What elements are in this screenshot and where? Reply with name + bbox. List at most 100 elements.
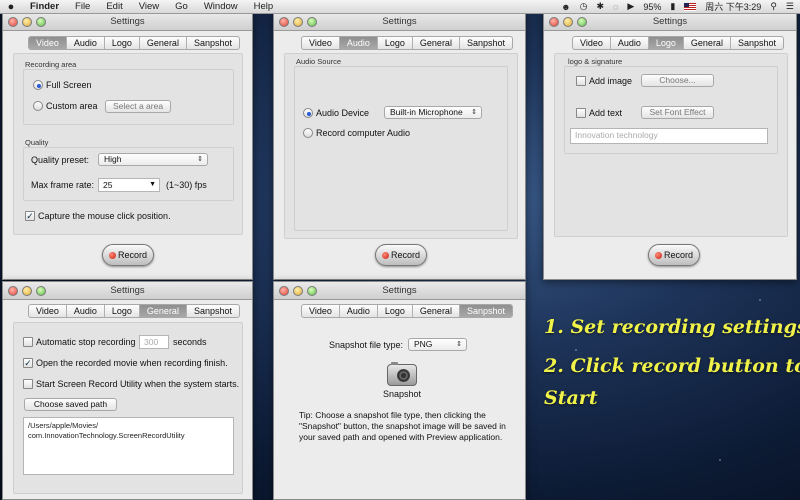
title-bar[interactable]: Settings <box>544 13 796 31</box>
title-bar[interactable]: Settings <box>274 13 525 31</box>
time-machine-icon[interactable]: ◷ <box>580 1 588 12</box>
auto-stop-seconds-input[interactable]: 300 <box>139 335 169 349</box>
snapshot-file-type-select[interactable]: PNG ⇕ <box>408 338 467 351</box>
window-title: Settings <box>382 16 417 27</box>
record-computer-audio-radio[interactable] <box>303 128 313 138</box>
set-font-effect-button[interactable]: Set Font Effect <box>641 106 714 119</box>
full-screen-radio[interactable] <box>33 80 43 90</box>
battery-icon[interactable]: ▮ <box>670 1 675 12</box>
zoom-icon[interactable] <box>307 17 317 27</box>
tab-audio[interactable]: Audio <box>611 37 649 49</box>
snapshot-tip: Tip: Choose a snapshot file type, then c… <box>299 410 506 442</box>
snapshot-camera-icon[interactable] <box>387 362 417 386</box>
menu-finder[interactable]: Finder <box>22 1 67 12</box>
custom-area-radio[interactable] <box>33 101 43 111</box>
minimize-icon[interactable] <box>293 17 303 27</box>
tab-logo[interactable]: Logo <box>378 37 413 49</box>
frame-rate-hint: (1~30) fps <box>166 180 207 190</box>
menu-go[interactable]: Go <box>167 1 196 12</box>
menu-edit[interactable]: Edit <box>98 1 130 12</box>
promo-step-2: 2. Click record button to <box>544 355 800 377</box>
wifi-icon[interactable]: ◌ <box>613 2 618 12</box>
zoom-icon[interactable] <box>307 286 317 296</box>
saved-path-display[interactable]: /Users/apple/Movies/ com.InnovationTechn… <box>23 417 234 475</box>
menu-window[interactable]: Window <box>196 1 246 12</box>
frame-rate-combobox[interactable]: 25 ▼ <box>98 178 160 192</box>
tab-general[interactable]: General <box>140 37 187 49</box>
close-icon[interactable] <box>8 17 18 27</box>
tab-snapshot[interactable]: Sanpshot <box>731 37 783 49</box>
minimize-icon[interactable] <box>293 286 303 296</box>
promo-step-2-continued: Start <box>544 387 598 409</box>
add-text-checkbox[interactable] <box>576 108 586 118</box>
apple-menu-icon[interactable]: ● <box>0 1 22 13</box>
start-utility-checkbox[interactable] <box>23 379 33 389</box>
tab-general[interactable]: General <box>413 305 460 317</box>
tab-general[interactable]: General <box>139 305 187 317</box>
tab-audio[interactable]: Audio <box>339 37 378 49</box>
tab-video[interactable]: Video <box>29 305 67 317</box>
title-bar[interactable]: Settings <box>3 282 252 300</box>
tab-snapshot[interactable]: Sanpshot <box>187 305 239 317</box>
logo-text-input[interactable]: Innovation technology <box>570 128 768 144</box>
tab-video[interactable]: Video <box>573 37 611 49</box>
choose-saved-path-button[interactable]: Choose saved path <box>24 398 117 411</box>
tab-logo[interactable]: Logo <box>105 305 140 317</box>
select-area-button[interactable]: Select a area <box>105 100 171 113</box>
auto-stop-checkbox[interactable] <box>23 337 33 347</box>
tab-audio[interactable]: Audio <box>67 37 105 49</box>
notification-center-icon[interactable]: ☰ <box>786 1 794 12</box>
tab-logo[interactable]: Logo <box>105 37 140 49</box>
spotlight-icon[interactable]: ⚲ <box>770 1 777 12</box>
close-icon[interactable] <box>279 17 289 27</box>
tab-video[interactable]: Video <box>302 37 340 49</box>
app-status-icon[interactable]: ☻ <box>561 2 570 12</box>
audio-device-select[interactable]: Built-in Microphone ⇕ <box>384 106 482 119</box>
minimize-icon[interactable] <box>22 286 32 296</box>
zoom-icon[interactable] <box>36 17 46 27</box>
tab-audio[interactable]: Audio <box>67 305 105 317</box>
us-flag-input-icon[interactable] <box>684 2 697 11</box>
tab-logo[interactable]: Logo <box>378 305 413 317</box>
title-bar[interactable]: Settings <box>3 13 252 31</box>
close-icon[interactable] <box>279 286 289 296</box>
zoom-icon[interactable] <box>36 286 46 296</box>
zoom-icon[interactable] <box>577 17 587 27</box>
title-bar[interactable]: Settings <box>274 282 525 300</box>
record-label: Record <box>390 250 420 260</box>
choose-image-button[interactable]: Choose... <box>641 74 714 87</box>
tab-audio[interactable]: Audio <box>340 305 378 317</box>
tab-video[interactable]: Video <box>29 37 67 49</box>
capture-mouse-checkbox[interactable]: ✓ <box>25 211 35 221</box>
bluetooth-icon[interactable]: ✱ <box>597 1 605 12</box>
battery-percentage[interactable]: 95% <box>643 2 661 12</box>
menu-help[interactable]: Help <box>246 1 282 12</box>
record-button[interactable]: Record <box>375 244 427 266</box>
close-icon[interactable] <box>549 17 559 27</box>
tab-logo[interactable]: Logo <box>648 37 684 49</box>
tab-snapshot[interactable]: Sanpshot <box>460 37 512 49</box>
dropdown-arrow-icon[interactable]: ▼ <box>149 179 156 191</box>
record-button[interactable]: Record <box>102 244 154 266</box>
updown-arrows-icon: ⇕ <box>471 109 477 116</box>
quality-preset-select[interactable]: High ⇕ <box>98 153 208 166</box>
tab-general[interactable]: General <box>684 37 731 49</box>
record-button[interactable]: Record <box>648 244 700 266</box>
open-movie-checkbox[interactable]: ✓ <box>23 358 33 368</box>
minimize-icon[interactable] <box>563 17 573 27</box>
tab-general[interactable]: General <box>413 37 460 49</box>
audio-device-radio[interactable] <box>303 108 313 118</box>
close-icon[interactable] <box>8 286 18 296</box>
menubar-clock[interactable]: 周六 下午3:29 <box>705 0 761 13</box>
menu-file[interactable]: File <box>67 1 98 12</box>
tab-video[interactable]: Video <box>302 305 340 317</box>
audio-source-label: Audio Source <box>296 57 342 66</box>
volume-icon[interactable]: ▶ <box>627 1 634 12</box>
auto-stop-label: Automatic stop recording <box>36 337 136 347</box>
snapshot-button-label[interactable]: Snapshot <box>383 389 421 399</box>
minimize-icon[interactable] <box>22 17 32 27</box>
add-image-checkbox[interactable] <box>576 76 586 86</box>
tab-snapshot[interactable]: Sanpshot <box>459 305 512 317</box>
tab-snapshot[interactable]: Sanpshot <box>187 37 239 49</box>
menu-view[interactable]: View <box>131 1 167 12</box>
